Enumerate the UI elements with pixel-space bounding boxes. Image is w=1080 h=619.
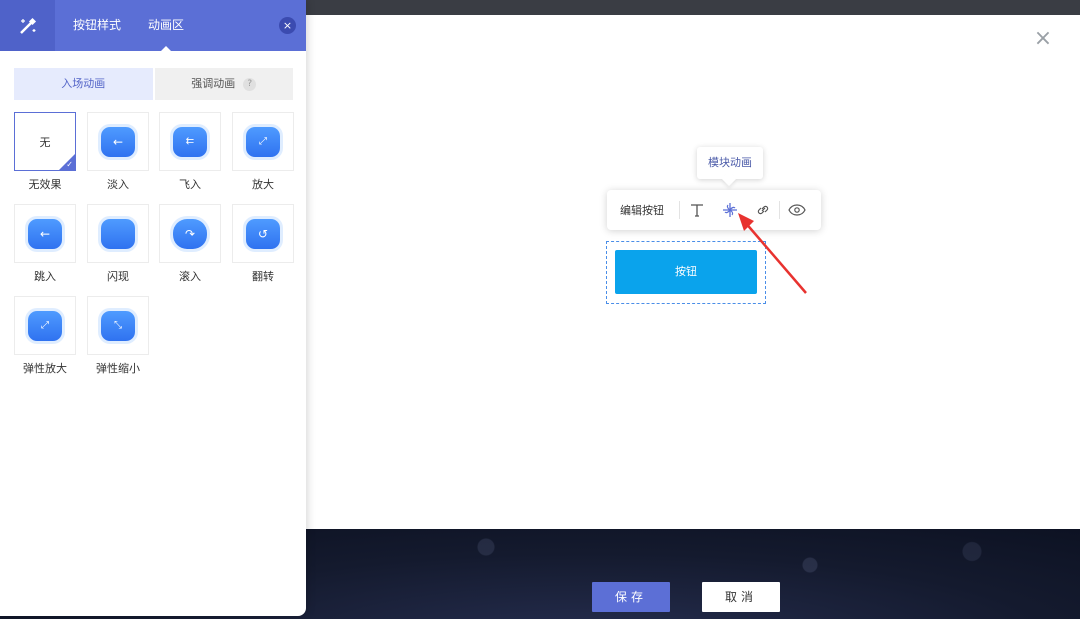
cancel-button[interactable]: 取消 xyxy=(702,582,780,612)
anim-elastic-expand[interactable]: ⤢ 弹性放大 xyxy=(14,296,76,376)
save-button[interactable]: 保存 xyxy=(592,582,670,612)
check-icon: ✓ xyxy=(66,160,73,169)
anim-label: 放大 xyxy=(252,178,274,191)
tab-animation[interactable]: 动画区 xyxy=(148,0,184,51)
anim-label: 翻转 xyxy=(252,270,274,283)
elastic-shrink-icon: ⤡ xyxy=(101,310,135,341)
elastic-expand-icon: ⤢ xyxy=(28,310,62,341)
anim-card[interactable]: ↷ xyxy=(159,204,221,263)
anim-card[interactable]: ← xyxy=(14,204,76,263)
fly-in-icon: ⇇ xyxy=(173,126,207,157)
anim-card[interactable]: ⤡ xyxy=(87,296,149,355)
panel-close-icon[interactable]: × xyxy=(279,17,296,34)
anim-roll-in[interactable]: ↷ 滚入 xyxy=(159,204,221,284)
anim-label: 弹性放大 xyxy=(23,362,67,375)
anim-elastic-shrink[interactable]: ⤡ 弹性缩小 xyxy=(87,296,149,376)
anim-card[interactable]: ⇇ xyxy=(159,112,221,171)
bounce-in-icon: ← xyxy=(28,218,62,249)
flash-icon xyxy=(101,218,135,249)
animation-subtabs: 入场动画 强调动画? xyxy=(14,68,293,100)
anim-expand[interactable]: ⤢ 放大 xyxy=(232,112,294,192)
animation-panel: 按钮样式 动画区 × 入场动画 强调动画? 无 ✓ 无效果 ← 淡入 ⇇ 飞入 … xyxy=(0,0,306,616)
anim-card[interactable]: ⤢ xyxy=(232,112,294,171)
anim-card[interactable]: ↺ xyxy=(232,204,294,263)
tab-button-style[interactable]: 按钮样式 xyxy=(73,0,121,51)
subtab-emphasis[interactable]: 强调动画? xyxy=(154,68,293,100)
anim-label: 飞入 xyxy=(179,178,201,191)
anim-label: 闪现 xyxy=(107,270,129,283)
expand-icon: ⤢ xyxy=(246,126,280,157)
text-icon[interactable] xyxy=(680,190,713,230)
anim-none-text: 无 xyxy=(39,135,51,149)
anim-card[interactable] xyxy=(87,204,149,263)
edit-button-action[interactable]: 编辑按钮 xyxy=(607,202,679,218)
roll-in-icon: ↷ xyxy=(173,218,207,249)
anim-label: 无效果 xyxy=(28,178,62,191)
anim-card[interactable]: ⤢ xyxy=(14,296,76,355)
anim-fade-in[interactable]: ← 淡入 xyxy=(87,112,149,192)
magic-wand-icon xyxy=(0,0,55,51)
help-icon[interactable]: ? xyxy=(243,77,257,91)
anim-flash[interactable]: 闪现 xyxy=(87,204,149,284)
subtab-entrance[interactable]: 入场动画 xyxy=(14,68,153,100)
anim-label: 淡入 xyxy=(107,178,129,191)
panel-header: 按钮样式 动画区 × xyxy=(0,0,306,51)
flip-icon: ↺ xyxy=(246,218,280,249)
anim-fly-in[interactable]: ⇇ 飞入 xyxy=(159,112,221,192)
anim-none[interactable]: 无 ✓ 无效果 xyxy=(14,112,76,192)
dialog-close-icon[interactable]: × xyxy=(1033,28,1053,50)
anim-bounce-in[interactable]: ← 跳入 xyxy=(14,204,76,284)
anim-flip[interactable]: ↺ 翻转 xyxy=(232,204,294,284)
anim-label: 弹性缩小 xyxy=(96,362,140,375)
module-animation-tooltip: 模块动画 xyxy=(697,147,763,179)
arrow-left-icon: ← xyxy=(101,126,135,157)
anim-card[interactable]: 无 ✓ xyxy=(14,112,76,171)
annotation-arrow xyxy=(738,213,807,294)
anim-card[interactable]: ← xyxy=(87,112,149,171)
anim-label: 滚入 xyxy=(179,270,201,283)
subtab-emphasis-label: 强调动画 xyxy=(191,77,236,90)
anim-label: 跳入 xyxy=(34,270,56,283)
